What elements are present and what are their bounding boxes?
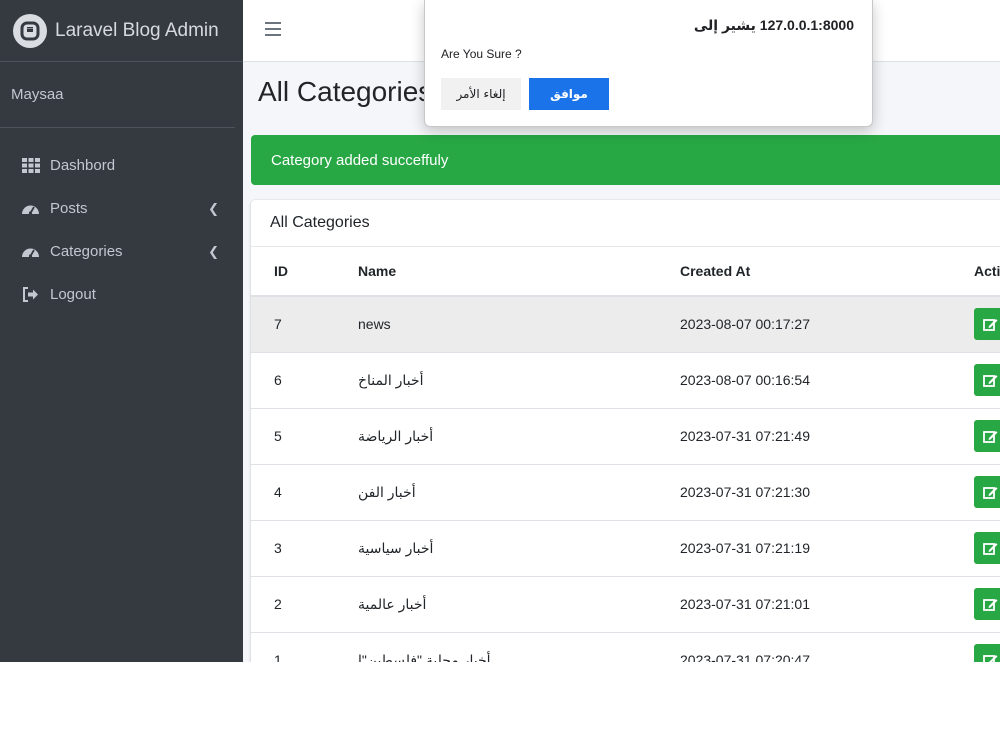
sidebar-item-label: Dashbord [50, 157, 116, 174]
edit-icon [982, 654, 997, 662]
edit-button[interactable] [974, 364, 1000, 396]
sidebar-item-logout[interactable]: Logout [0, 273, 243, 316]
dialog-title: 127.0.0.1:8000 يشير إلى [693, 17, 854, 33]
card-title: All Categories [251, 200, 1000, 247]
cell-name: أخبار الفن [335, 464, 656, 521]
edit-button[interactable] [974, 532, 1000, 564]
cell-id: 6 [251, 352, 335, 409]
cell-name: أخبار عالمية [335, 576, 656, 633]
cell-actions [950, 296, 1000, 353]
tachometer-icon [21, 201, 40, 217]
table-row: 5 أخبار الرياضة 2023-07-31 07:21:49 [251, 408, 1000, 465]
table-row: 7 news 2023-08-07 00:17:27 [251, 296, 1000, 353]
cell-id: 5 [251, 408, 335, 465]
cell-actions [950, 576, 1000, 633]
table-row: 6 أخبار المناخ 2023-08-07 00:16:54 [251, 352, 1000, 409]
cell-actions [950, 464, 1000, 521]
cell-id: 1 [251, 632, 335, 662]
cell-id: 7 [251, 296, 335, 353]
edit-button[interactable] [974, 476, 1000, 508]
table-row: 1 أخبار محلية "فلسطين"ا 2023-07-31 07:20… [251, 632, 1000, 662]
cell-created-at: 2023-07-31 07:21:19 [656, 520, 950, 577]
page-title: All Categories [258, 76, 433, 107]
sidebar-item-label: Logout [50, 286, 96, 303]
edit-icon [982, 598, 997, 611]
cell-id: 3 [251, 520, 335, 577]
dialog-message: Are You Sure ? [441, 47, 522, 61]
categories-card: All Categories ID Name Created At Acti 7… [251, 200, 1000, 662]
sidebar: Laravel Blog Admin Maysaa Dashbord Posts… [0, 0, 243, 662]
column-header-actions: Acti [950, 247, 1000, 297]
tachometer-icon [21, 244, 40, 260]
table-row: 2 أخبار عالمية 2023-07-31 07:21:01 [251, 576, 1000, 633]
sidebar-item-categories[interactable]: Categories ❮ [0, 230, 243, 273]
sidebar-item-label: Posts [50, 200, 88, 217]
cell-name: أخبار الرياضة [335, 408, 656, 465]
confirm-dialog: 127.0.0.1:8000 يشير إلى Are You Sure ? إ… [424, 0, 873, 127]
sidebar-nav: Dashbord Posts ❮ Categories ❮ Logout [0, 128, 243, 316]
edit-button[interactable] [974, 588, 1000, 620]
ok-button[interactable]: موافق [529, 78, 609, 110]
user-name[interactable]: Maysaa [0, 62, 235, 128]
cell-name: news [335, 296, 656, 353]
cell-created-at: 2023-08-07 00:17:27 [656, 296, 950, 353]
brand-link[interactable]: Laravel Blog Admin [0, 0, 243, 62]
edit-icon [982, 430, 997, 443]
cell-created-at: 2023-08-07 00:16:54 [656, 352, 950, 409]
grid-icon [21, 158, 40, 174]
cell-actions [950, 632, 1000, 662]
table-header-row: ID Name Created At Acti [251, 247, 1000, 297]
cell-id: 4 [251, 464, 335, 521]
cell-name: أخبار المناخ [335, 352, 656, 409]
edit-button[interactable] [974, 420, 1000, 452]
cell-name: أخبار سياسية [335, 520, 656, 577]
cancel-button[interactable]: إلغاء الأمر [441, 78, 521, 110]
edit-icon [982, 542, 997, 555]
edit-button[interactable] [974, 308, 1000, 341]
brand-text: Laravel Blog Admin [55, 19, 219, 41]
table-row: 4 أخبار الفن 2023-07-31 07:21:30 [251, 464, 1000, 521]
chevron-left-icon[interactable]: ❮ [208, 201, 219, 217]
categories-table: ID Name Created At Acti 7 news 2023-08-0… [251, 247, 1000, 662]
edit-icon [982, 374, 997, 387]
table-row: 3 أخبار سياسية 2023-07-31 07:21:19 [251, 520, 1000, 577]
column-header-created-at: Created At [656, 247, 950, 297]
edit-icon [982, 486, 997, 499]
column-header-name: Name [335, 247, 656, 297]
cell-actions [950, 408, 1000, 465]
cell-id: 2 [251, 576, 335, 633]
column-header-id: ID [251, 247, 335, 297]
cell-created-at: 2023-07-31 07:21:30 [656, 464, 950, 521]
sidebar-item-dashboard[interactable]: Dashbord [0, 144, 243, 187]
cell-actions [950, 352, 1000, 409]
sign-out-icon [21, 287, 40, 303]
cell-created-at: 2023-07-31 07:20:47 [656, 632, 950, 662]
sidebar-item-label: Categories [50, 243, 123, 260]
cell-name: أخبار محلية "فلسطين"ا [335, 632, 656, 662]
laravel-logo-icon [13, 13, 47, 48]
sidebar-item-posts[interactable]: Posts ❮ [0, 187, 243, 230]
cell-actions [950, 520, 1000, 577]
success-alert: Category added succeffuly [251, 135, 1000, 185]
cell-created-at: 2023-07-31 07:21:01 [656, 576, 950, 633]
edit-icon [982, 318, 997, 331]
edit-button[interactable] [974, 644, 1000, 662]
chevron-left-icon[interactable]: ❮ [208, 244, 219, 260]
cell-created-at: 2023-07-31 07:21:49 [656, 408, 950, 465]
hamburger-menu-icon[interactable] [265, 22, 281, 36]
